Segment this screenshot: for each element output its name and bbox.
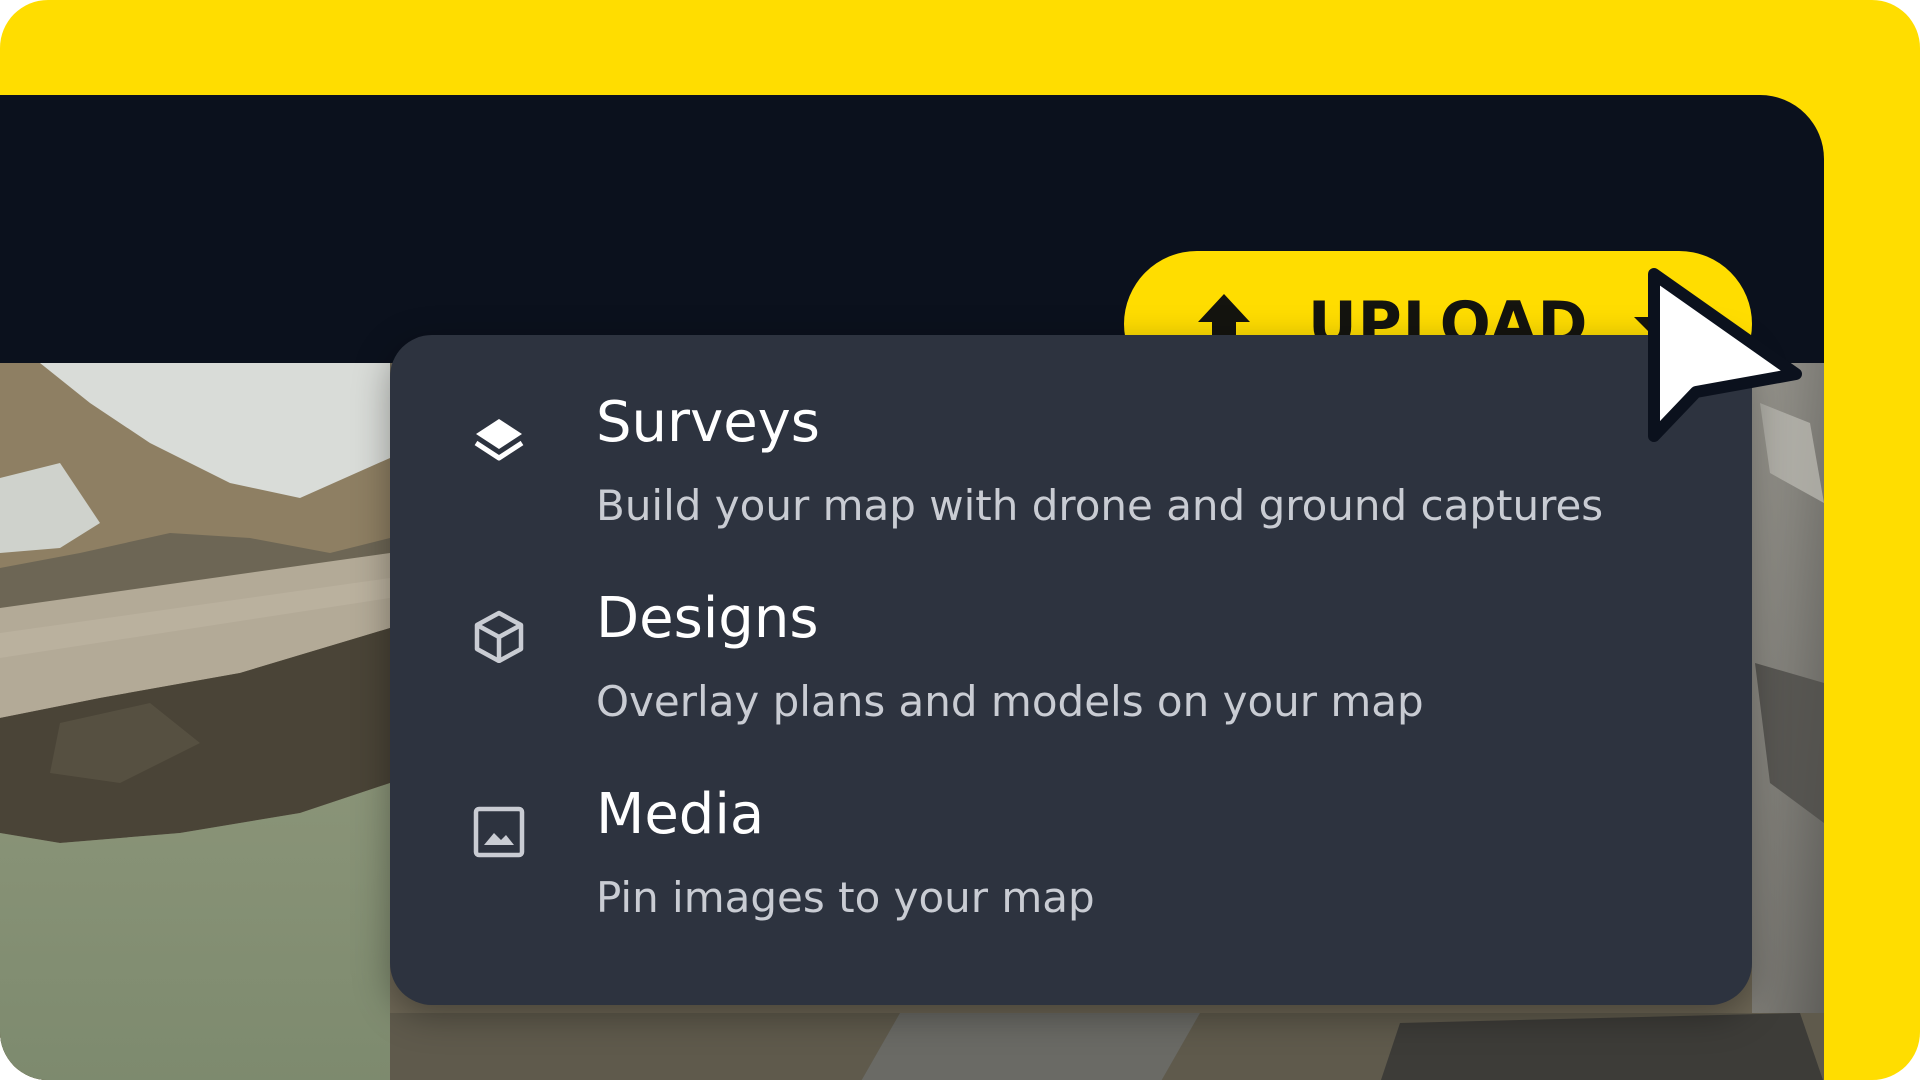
menu-item-designs[interactable]: Designs Overlay plans and models on your… bbox=[390, 531, 1752, 727]
menu-item-surveys[interactable]: Surveys Build your map with drone and gr… bbox=[390, 335, 1752, 531]
image-icon bbox=[473, 806, 525, 858]
menu-item-media[interactable]: Media Pin images to your map bbox=[390, 727, 1752, 923]
menu-item-title: Media bbox=[596, 782, 765, 847]
yellow-background: UPLOAD Surveys Build your map with drone… bbox=[0, 0, 1920, 1080]
menu-item-description: Overlay plans and models on your map bbox=[596, 677, 1424, 726]
cube-icon bbox=[474, 610, 524, 663]
upload-dropdown-menu: Surveys Build your map with drone and gr… bbox=[390, 335, 1752, 1005]
menu-item-description: Pin images to your map bbox=[596, 873, 1095, 922]
menu-item-title: Designs bbox=[596, 586, 819, 651]
menu-item-title: Surveys bbox=[596, 390, 820, 455]
layers-icon bbox=[474, 419, 524, 461]
menu-item-description: Build your map with drone and ground cap… bbox=[596, 481, 1604, 530]
mouse-pointer-icon bbox=[1648, 268, 1802, 442]
